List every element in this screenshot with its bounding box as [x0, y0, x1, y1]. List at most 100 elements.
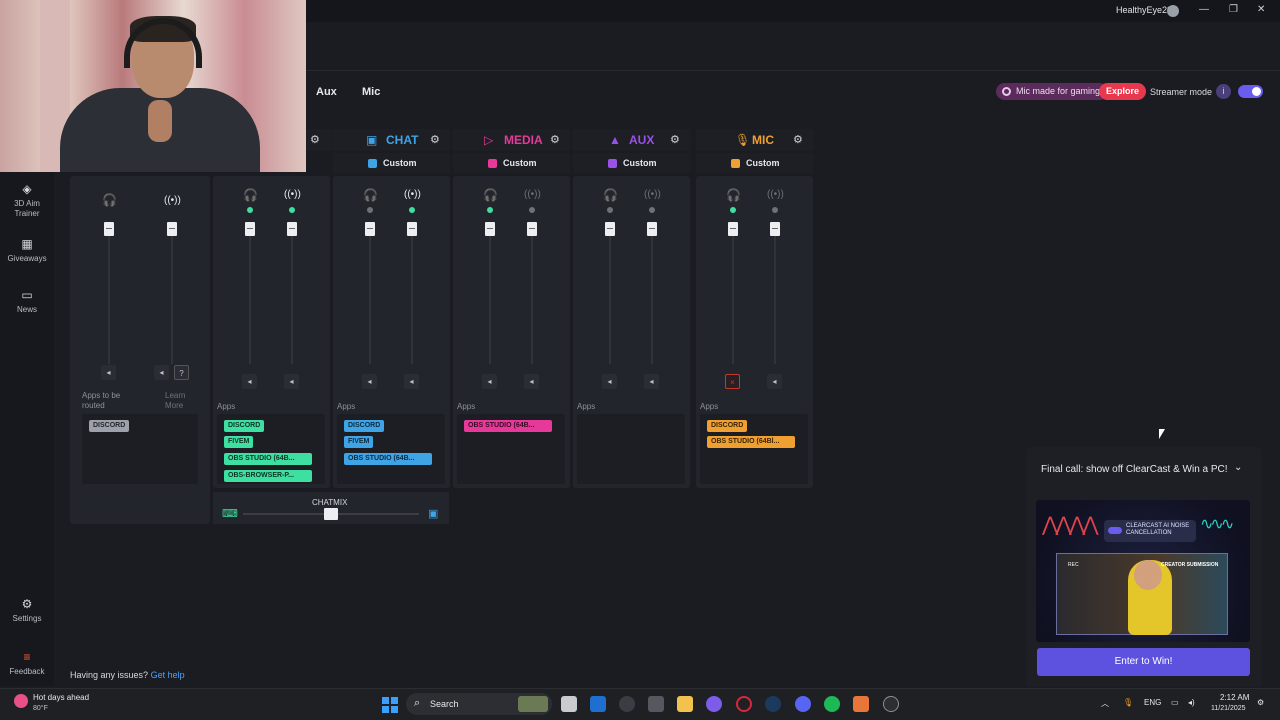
muted-button[interactable]: × — [725, 374, 740, 389]
app-icon[interactable] — [853, 696, 869, 712]
tab-mic[interactable]: Mic — [362, 86, 380, 98]
tab-aux[interactable]: Aux — [316, 86, 337, 98]
status-led — [367, 207, 373, 213]
volume-slider[interactable] — [770, 222, 780, 236]
help-text: Having any issues? — [70, 670, 149, 680]
stream-off-icon: ((•)) — [644, 189, 661, 200]
sidebar-item-news[interactable]: ▭ News — [0, 288, 54, 315]
volume-slider[interactable] — [527, 222, 537, 236]
gear-icon[interactable]: ⚙ — [430, 133, 440, 146]
username[interactable]: HealthyEye29 — [1116, 5, 1172, 15]
sidebar-item-giveaways[interactable]: ▦ Giveaways — [0, 237, 54, 264]
explore-button[interactable]: Explore — [1099, 83, 1147, 100]
mute-button[interactable]: ◂ — [284, 374, 299, 389]
spotify-icon[interactable] — [824, 696, 840, 712]
steam-icon[interactable] — [765, 696, 781, 712]
chevron-down-icon[interactable]: ⌄ — [1234, 462, 1242, 473]
windows-start-icon[interactable] — [382, 697, 398, 713]
media-preset[interactable]: Custom — [503, 158, 537, 168]
learn-more-link[interactable]: Learn More — [165, 391, 185, 411]
mute-button[interactable]: ◂ — [524, 374, 539, 389]
app-chip[interactable]: DISCORD — [224, 420, 265, 432]
mute-button[interactable]: ◂ — [101, 365, 116, 380]
volume-slider[interactable] — [485, 222, 495, 236]
channel-title-chat: CHAT — [386, 133, 419, 147]
widget-icon[interactable] — [518, 696, 548, 712]
mute-button[interactable]: ◂ — [482, 374, 497, 389]
minimize-button[interactable]: — — [1199, 4, 1209, 15]
volume-slider[interactable] — [605, 222, 615, 236]
gear-icon[interactable]: ⚙ — [310, 133, 320, 146]
weather-temp[interactable]: 80°F — [33, 705, 48, 712]
chat-preset[interactable]: Custom — [383, 158, 417, 168]
media-play-icon: ▷ — [484, 133, 494, 147]
enter-to-win-button[interactable]: Enter to Win! — [1037, 648, 1250, 676]
gear-icon[interactable]: ⚙ — [550, 133, 560, 146]
app-chip[interactable]: DISCORD — [89, 420, 130, 432]
volume-slider[interactable] — [104, 222, 114, 236]
mute-button[interactable]: ◂ — [362, 374, 377, 389]
app-chip[interactable]: OBS STUDIO (64B... — [344, 453, 432, 465]
streamer-mode-toggle[interactable] — [1238, 85, 1263, 98]
avatar[interactable] — [1167, 5, 1179, 17]
volume-slider[interactable] — [407, 222, 417, 236]
weather-icon[interactable] — [14, 694, 28, 708]
outlook-icon[interactable] — [590, 696, 606, 712]
status-led — [247, 207, 253, 213]
app-chip[interactable]: FIVEM — [224, 436, 254, 448]
app-icon[interactable] — [648, 696, 664, 712]
language-indicator[interactable]: ENG — [1144, 698, 1161, 707]
app-chip[interactable]: DISCORD — [707, 420, 748, 432]
gear-icon[interactable]: ⚙ — [793, 133, 803, 146]
volume-slider[interactable] — [167, 222, 177, 236]
volume-slider[interactable] — [365, 222, 375, 236]
mute-button[interactable]: ◂ — [404, 374, 419, 389]
chrome-icon[interactable] — [619, 696, 635, 712]
task-view-icon[interactable] — [561, 696, 577, 712]
chatmix-slider[interactable] — [324, 508, 338, 520]
volume-slider[interactable] — [287, 222, 297, 236]
mute-button[interactable]: ◂ — [644, 374, 659, 389]
gear-icon[interactable]: ⚙ — [670, 133, 680, 146]
mute-button[interactable]: ◂ — [242, 374, 257, 389]
gamepad-icon: ⌨ — [222, 508, 238, 520]
sidebar-item-aim-trainer[interactable]: ◈ 3D Aim Trainer — [0, 182, 54, 219]
network-icon[interactable]: ▭ — [1171, 698, 1179, 707]
close-button[interactable]: ✕ — [1257, 4, 1265, 15]
sidebar-item-feedback[interactable]: ≡ Feedback — [0, 650, 54, 677]
slider-track — [774, 222, 776, 364]
aux-preset[interactable]: Custom — [623, 158, 657, 168]
app-chip[interactable]: OBS STUDIO (64B... — [464, 420, 552, 432]
copilot-icon[interactable] — [706, 696, 722, 712]
weather-title[interactable]: Hot days ahead — [33, 693, 89, 702]
notification-icon[interactable]: ⚙ — [1257, 698, 1264, 707]
discord-icon[interactable] — [795, 696, 811, 712]
chatmix-label: CHATMIX — [312, 498, 348, 507]
info-icon[interactable]: i — [1216, 84, 1231, 99]
sidebar-item-settings[interactable]: ⚙ Settings — [0, 597, 54, 624]
app-chip[interactable]: OBS-BROWSER-P... — [224, 470, 312, 482]
mute-button[interactable]: ◂ — [767, 374, 782, 389]
get-help-link[interactable]: Get help — [151, 670, 185, 680]
app-chip[interactable]: OBS STUDIO (64B... — [224, 453, 312, 465]
mic-preset[interactable]: Custom — [746, 158, 780, 168]
volume-slider[interactable] — [647, 222, 657, 236]
volume-slider[interactable] — [245, 222, 255, 236]
opera-icon[interactable] — [736, 696, 752, 712]
mic-tray-icon[interactable]: 🎙 — [1123, 698, 1133, 707]
help-icon[interactable]: ? — [174, 365, 189, 380]
clock-date[interactable]: 11/21/2025 — [1211, 705, 1246, 712]
steelseries-icon[interactable] — [883, 696, 899, 712]
maximize-button[interactable]: ❐ — [1229, 4, 1238, 15]
mute-button[interactable]: ◂ — [154, 365, 169, 380]
file-explorer-icon[interactable] — [677, 696, 693, 712]
volume-icon[interactable]: ◂) — [1188, 698, 1195, 707]
mic-promo-pill[interactable]: Mic made for gaming — [996, 83, 1109, 100]
volume-slider[interactable] — [728, 222, 738, 236]
app-chip[interactable]: FIVEM — [344, 436, 374, 448]
clock-time[interactable]: 2:12 AM — [1220, 693, 1249, 702]
chevron-up-icon[interactable]: ︿ — [1101, 698, 1109, 709]
mute-button[interactable]: ◂ — [602, 374, 617, 389]
app-chip[interactable]: DISCORD — [344, 420, 385, 432]
app-chip[interactable]: OBS STUDIO (64Bl... — [707, 436, 795, 448]
